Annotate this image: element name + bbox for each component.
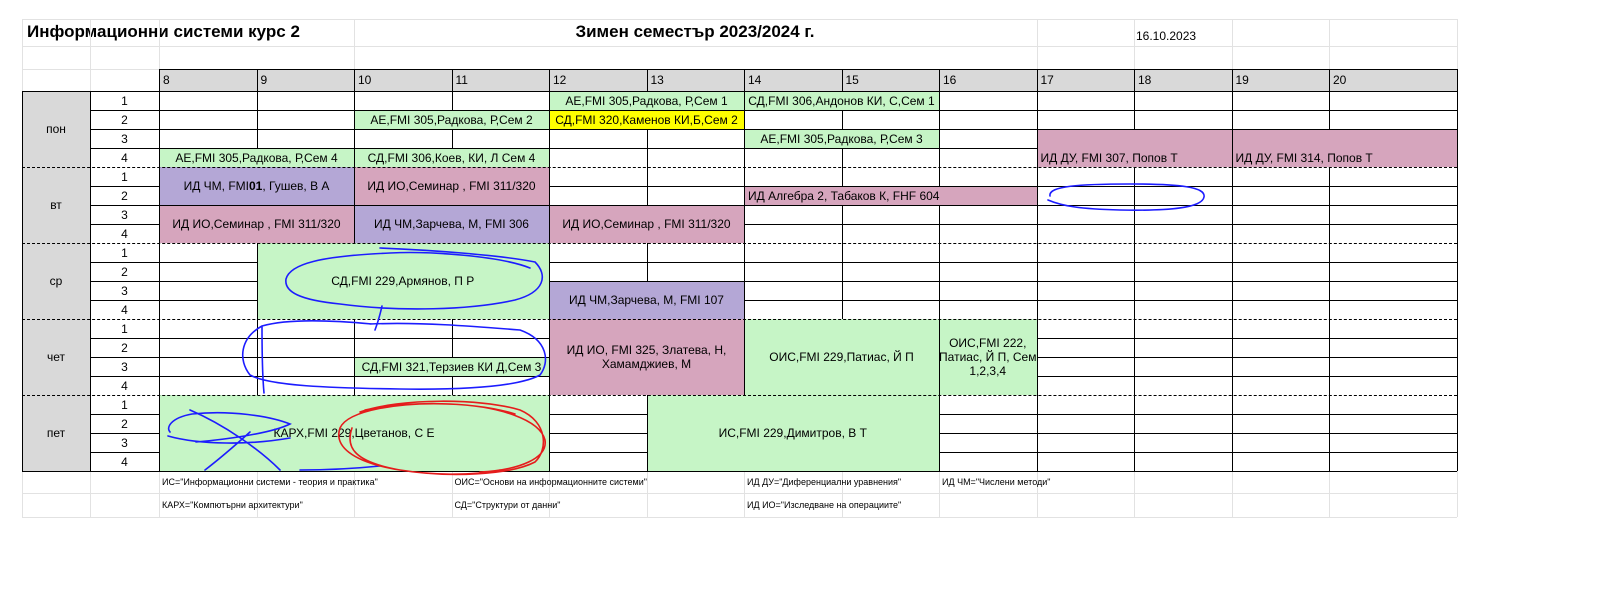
red-circle-friday [338, 400, 546, 476]
blue-scribble-thursday [242, 320, 547, 394]
blue-scribble-wednesday [285, 247, 544, 331]
ink-annotations [167, 183, 1205, 476]
blue-scribble-tuesday [1047, 183, 1205, 211]
timetable-sheet: Информационни системи курс 2 Зимен семес… [0, 0, 1613, 593]
